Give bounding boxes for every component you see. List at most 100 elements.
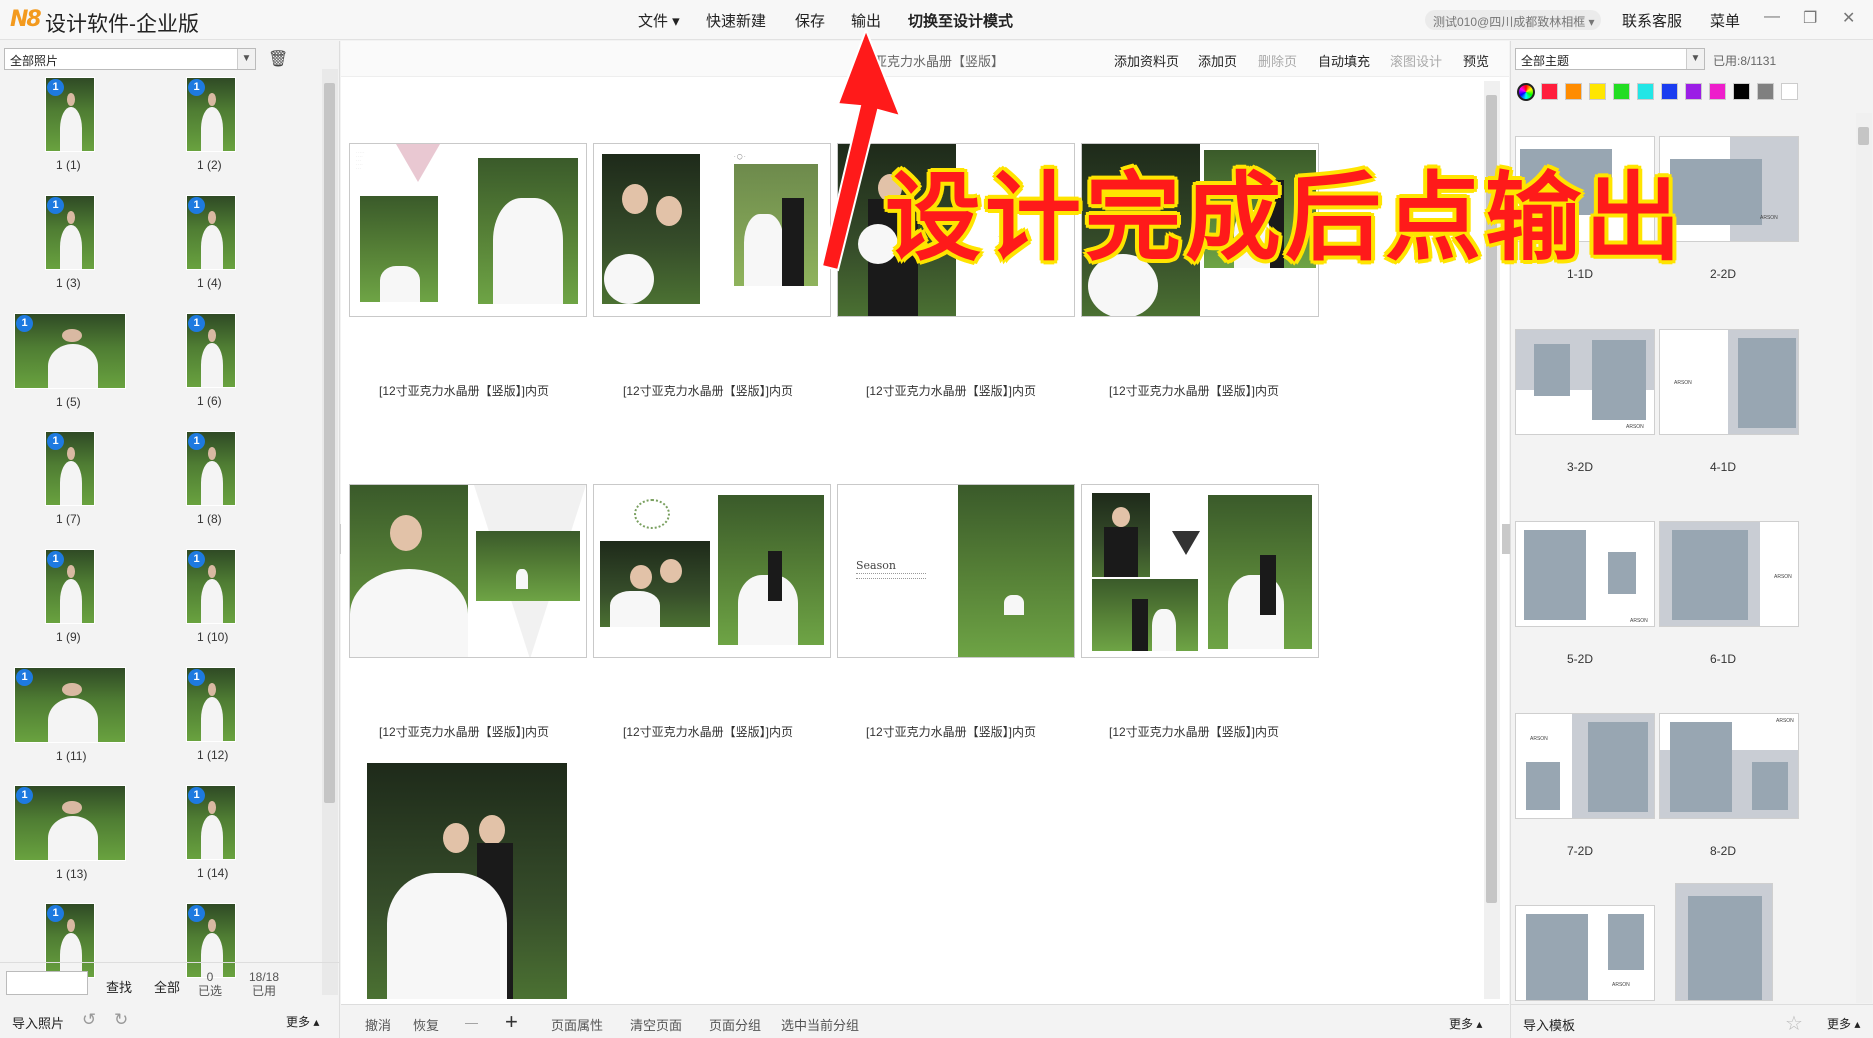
photo-thumbnail[interactable]: 1 1 (13)	[14, 785, 126, 895]
right-panel-collapse-handle[interactable]	[1502, 524, 1510, 554]
template-thumb-10[interactable]	[1675, 883, 1773, 1001]
editor-more-button[interactable]: 更多 ▴	[1449, 1015, 1482, 1032]
color-swatch[interactable]	[1757, 83, 1774, 100]
trash-icon[interactable]: 🗑	[268, 49, 288, 69]
color-swatch[interactable]	[1565, 83, 1582, 100]
rotate-right-icon[interactable]: ↻	[114, 1010, 128, 1030]
color-swatch[interactable]	[1685, 83, 1702, 100]
photo-thumbnail[interactable]: 1 1 (1)	[45, 77, 95, 187]
template-thumb-3[interactable]: ARSON	[1515, 329, 1655, 435]
photo-thumbnail[interactable]: 1 1 (3)	[45, 195, 95, 305]
redo-button[interactable]: 恢复	[413, 1015, 439, 1034]
album-page-1[interactable]: · · · · · · · · · · · · · · · · · · ·	[349, 143, 587, 317]
left-more-button[interactable]: 更多 ▴	[286, 1013, 319, 1030]
template-thumb-9[interactable]: ARSON	[1515, 905, 1655, 1001]
minimize-icon[interactable]: —	[1764, 8, 1780, 26]
photo-thumbnail[interactable]: 1 1 (4)	[186, 195, 236, 305]
album-page-7[interactable]: Season	[837, 484, 1075, 658]
user-account-select[interactable]: 测试010@四川成都致林相框 ▾	[1425, 10, 1601, 30]
auto-fill-button[interactable]: 自动填充	[1318, 51, 1370, 70]
color-swatch[interactable]	[1733, 83, 1750, 100]
photo-thumbnail[interactable]: 1 1 (7)	[45, 431, 95, 541]
photo-thumbnail[interactable]: 1 1 (12)	[186, 667, 236, 777]
scrollbar-thumb[interactable]	[324, 83, 335, 803]
delete-page-button[interactable]: 删除页	[1258, 51, 1297, 70]
photo-thumbnail[interactable]: 1 1 (5)	[14, 313, 126, 423]
template-more-button[interactable]: 更多 ▴	[1827, 1015, 1860, 1032]
menu-file[interactable]: 文件 ▾	[638, 10, 680, 31]
scroll-design-button[interactable]: 滚图设计	[1390, 51, 1442, 70]
rotate-left-icon[interactable]: ↺	[82, 1010, 96, 1030]
show-all-button[interactable]: 全部	[154, 977, 180, 996]
theme-filter-select[interactable]: 全部主题 ▼	[1515, 48, 1705, 70]
page-photo[interactable]	[1092, 579, 1198, 651]
menu-switch-design-mode[interactable]: 切换至设计模式	[908, 10, 1013, 31]
page-photo[interactable]	[718, 495, 824, 645]
star-icon[interactable]: ☆	[1785, 1011, 1803, 1036]
menu-output[interactable]: 输出	[851, 10, 881, 31]
zoom-in-button[interactable]: +	[505, 1009, 518, 1035]
clear-page-button[interactable]: 清空页面	[630, 1015, 682, 1034]
template-scrollbar[interactable]	[1856, 113, 1872, 1003]
search-button[interactable]: 查找	[106, 977, 132, 996]
page-photo[interactable]	[360, 196, 438, 302]
usage-count-badge: 1	[188, 905, 205, 922]
zoom-out-button[interactable]: —	[465, 1015, 478, 1030]
cover-photo[interactable]	[367, 763, 567, 999]
album-page-6[interactable]	[593, 484, 831, 658]
color-swatch[interactable]	[1541, 83, 1558, 100]
color-swatch[interactable]	[1781, 83, 1798, 100]
color-swatch[interactable]	[1589, 83, 1606, 100]
color-swatch[interactable]	[1637, 83, 1654, 100]
usage-count-badge: 1	[188, 315, 205, 332]
template-thumb-5[interactable]: ARSON	[1515, 521, 1655, 627]
import-template-button[interactable]: 导入模板	[1523, 1015, 1575, 1034]
menu-save[interactable]: 保存	[795, 10, 825, 31]
album-cover[interactable]	[367, 763, 567, 999]
page-photo[interactable]	[600, 541, 710, 627]
color-swatch[interactable]	[1661, 83, 1678, 100]
close-icon[interactable]: ✕	[1842, 8, 1855, 28]
album-page-8[interactable]	[1081, 484, 1319, 658]
menu-quick-new[interactable]: 快速新建	[706, 10, 766, 31]
photo-thumbnail[interactable]: 1 1 (11)	[14, 667, 126, 777]
page-group-button[interactable]: 页面分组	[709, 1015, 761, 1034]
undo-button[interactable]: 撤消	[365, 1015, 391, 1034]
contact-support-button[interactable]: 联系客服	[1622, 10, 1682, 31]
add-page-button[interactable]: 添加页	[1198, 51, 1237, 70]
scrollbar-thumb[interactable]	[1858, 127, 1869, 145]
page-photo[interactable]	[1092, 493, 1150, 577]
color-swatch[interactable]	[1613, 83, 1630, 100]
photo-thumbnail[interactable]: 1 1 (6)	[186, 313, 236, 423]
page-toolbar: 寸亚克力水晶册【竖版】 添加资料页 添加页 删除页 自动填充 滚图设计 预览	[341, 41, 1509, 77]
page-photo[interactable]	[350, 485, 468, 657]
photo-thumbnail[interactable]: 1 1 (10)	[186, 549, 236, 659]
main-menu-button[interactable]: 菜单	[1710, 10, 1740, 31]
page-photo[interactable]	[478, 158, 578, 304]
album-page-2[interactable]: · ◯ ·	[593, 143, 831, 317]
template-thumb-8[interactable]: ARSON	[1659, 713, 1799, 819]
page-photo[interactable]	[1208, 495, 1312, 649]
album-page-5[interactable]	[349, 484, 587, 658]
color-swatch[interactable]	[1709, 83, 1726, 100]
page-properties-button[interactable]: 页面属性	[551, 1015, 603, 1034]
select-current-group-button[interactable]: 选中当前分组	[781, 1015, 859, 1034]
photo-filter-select[interactable]: 全部照片 ▼	[4, 48, 256, 70]
page-photo[interactable]	[602, 154, 700, 304]
photo-thumbnail[interactable]: 1 1 (9)	[45, 549, 95, 659]
import-photos-button[interactable]: 导入照片	[12, 1013, 64, 1032]
restore-icon[interactable]: ❐	[1803, 8, 1817, 28]
photo-thumbnail[interactable]: 1 1 (8)	[186, 431, 236, 541]
template-thumb-4[interactable]: ARSON	[1659, 329, 1799, 435]
photo-search-input[interactable]	[6, 971, 88, 995]
photo-thumbnail[interactable]: 1 1 (2)	[186, 77, 236, 187]
color-picker-icon[interactable]	[1517, 83, 1535, 101]
preview-button[interactable]: 预览	[1463, 51, 1489, 70]
template-thumb-7[interactable]: ARSON	[1515, 713, 1655, 819]
photo-thumbnail[interactable]: 1 1 (14)	[186, 785, 236, 895]
add-info-page-button[interactable]: 添加资料页	[1114, 51, 1179, 70]
template-thumb-6[interactable]: ARSON	[1659, 521, 1799, 627]
photo-list-scrollbar[interactable]	[322, 69, 338, 995]
page-photo[interactable]	[476, 531, 580, 601]
page-photo[interactable]	[958, 485, 1074, 657]
